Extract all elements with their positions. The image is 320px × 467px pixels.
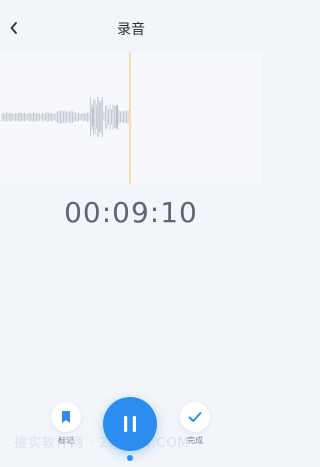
watermark: 搜实软件网 · ZHIHUI.COM (14, 436, 190, 451)
done-label: 完成 (187, 436, 203, 445)
bookmark-icon (62, 411, 70, 423)
checkmark-icon (188, 412, 202, 422)
elapsed-timer: 00:09:10 (64, 196, 198, 229)
page-title: 录音 (117, 22, 145, 38)
done-control: 完成 (179, 402, 211, 446)
done-button[interactable] (180, 402, 210, 432)
pause-button[interactable] (103, 397, 157, 451)
recording-screen: 录音 00:09:10 搜实软件网 · ZHIHUI.COM 标记 完成 (0, 0, 262, 467)
waveform (1, 52, 131, 184)
waveform-area (0, 52, 262, 184)
mark-button[interactable] (51, 402, 81, 432)
recording-indicator-dot (127, 455, 133, 461)
mark-control: 标记 (50, 402, 82, 446)
pause-icon (124, 416, 136, 432)
header: 录音 (0, 0, 262, 52)
mark-label: 标记 (58, 436, 74, 445)
